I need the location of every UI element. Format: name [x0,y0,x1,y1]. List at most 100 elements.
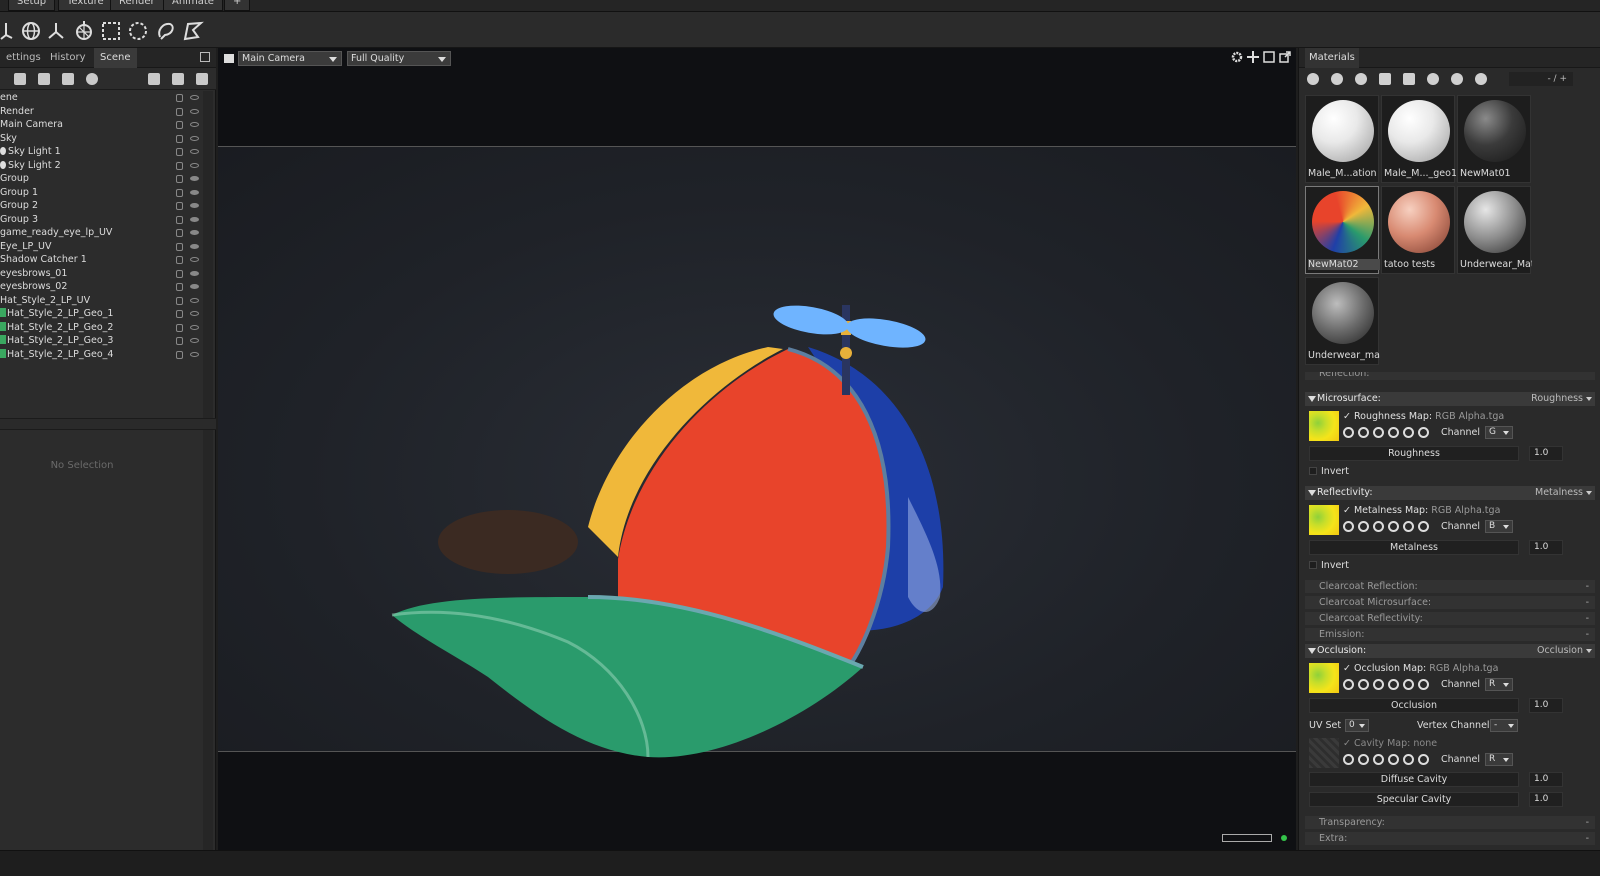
clearcoat-reflectivity-section[interactable]: Clearcoat Reflectivity: - [1305,612,1595,625]
render-area[interactable] [218,146,1296,758]
specular-cavity-slider[interactable]: Specular Cavity [1309,792,1519,807]
reflectivity-section-header[interactable]: Reflectivity: Metalness [1305,486,1595,500]
lock-icon[interactable] [176,283,183,291]
tab-scene[interactable]: Scene [94,48,137,68]
scene-item[interactable]: Shadow Catcher 1 [0,253,203,266]
quality-select[interactable]: Full Quality [347,51,451,66]
lock-icon[interactable] [176,202,183,210]
cavity-map-thumbnail[interactable] [1309,738,1339,768]
scene-item[interactable]: Sky Light 1 [0,145,203,158]
lock-icon[interactable] [176,323,183,332]
roughness-channel-select[interactable]: G [1485,426,1513,439]
lock-icon[interactable] [176,175,183,183]
circle-select-tool-icon[interactable] [127,20,149,42]
clearcoat-reflection-section[interactable]: Clearcoat Reflection: - [1305,580,1595,593]
scene-scrollbar[interactable] [203,91,213,421]
material-thumbnail[interactable]: Male_M..._geo1 [1381,95,1456,183]
lock-icon[interactable] [176,296,183,305]
lasso-tool-icon[interactable] [155,20,177,42]
scene-item[interactable]: ene [0,91,203,104]
material-thumbnail[interactable]: NewMat01 [1457,95,1531,183]
polygon-select-tool-icon[interactable] [182,20,204,42]
reflectivity-mode[interactable]: Metalness [1535,486,1583,500]
roughness-map-thumbnail[interactable] [1309,411,1339,441]
globe-tool-icon[interactable] [20,20,42,42]
metalness-channel-select[interactable]: B [1485,520,1513,533]
scene-item[interactable]: Eye_LP_UV [0,240,203,253]
metalness-map-tools[interactable] [1343,521,1433,533]
diffuse-cavity-value[interactable]: 1.0 [1529,772,1563,787]
delete-material-icon[interactable] [1403,73,1415,85]
visibility-eye-icon[interactable] [190,203,199,208]
material-thumbnail[interactable]: NewMat02 [1305,186,1380,274]
lock-icon[interactable] [176,350,183,359]
visibility-eye-icon[interactable] [190,311,199,316]
lock-icon[interactable] [176,337,183,345]
roughness-map-tools[interactable] [1343,427,1433,439]
menu-tab-texture[interactable]: Texture [58,0,113,11]
lock-icon[interactable] [176,94,183,102]
visibility-eye-icon[interactable] [190,243,199,249]
export-material-icon[interactable] [1475,73,1487,85]
panel-splitter[interactable] [0,418,216,430]
lock-icon[interactable] [176,134,183,143]
pick-material-icon[interactable] [1427,73,1439,85]
microsurface-mode[interactable]: Roughness [1531,392,1583,406]
lock-icon[interactable] [176,256,183,264]
popout-icon[interactable] [200,52,210,62]
material-thumbnail[interactable]: Underwear_mat [1305,277,1380,365]
occlusion-slider[interactable]: Occlusion [1309,698,1519,713]
duplicate-icon[interactable] [172,73,184,85]
visibility-eye-icon[interactable] [190,297,199,303]
camera-select[interactable]: Main Camera [238,51,342,66]
visibility-eye-icon[interactable] [190,257,199,262]
visibility-eye-icon[interactable] [190,284,199,289]
occlusion-map-thumbnail[interactable] [1309,663,1339,693]
visibility-eye-icon[interactable] [190,122,199,127]
roughness-slider[interactable]: Roughness [1309,446,1519,461]
transparency-section[interactable]: Transparency: - [1305,816,1595,829]
vertex-channel-select[interactable]: - [1490,719,1518,732]
scene-item[interactable]: eyesbrows_02 [0,280,203,293]
visibility-eye-icon[interactable] [190,135,199,141]
menu-tab-add[interactable]: + [224,0,251,11]
scene-item[interactable]: Group 1 [0,186,203,199]
lock-icon[interactable] [176,121,183,129]
popout-viewport-icon[interactable] [1279,51,1291,63]
visibility-eye-icon[interactable] [190,95,199,100]
visibility-eye-icon[interactable] [190,189,199,195]
visibility-eye-icon[interactable] [190,216,199,222]
cavity-map-tools[interactable] [1343,754,1433,766]
material-thumbnail[interactable]: tatoo tests [1381,186,1455,274]
material-thumbnail[interactable]: Underwear_Mat [1457,186,1532,274]
unassign-material-icon[interactable] [1355,73,1367,85]
diffuse-cavity-slider[interactable]: Diffuse Cavity [1309,772,1519,787]
visibility-eye-icon[interactable] [190,270,199,276]
trash-icon[interactable] [196,73,208,85]
metalness-invert-checkbox[interactable]: Invert [1309,560,1349,571]
occlusion-value[interactable]: 1.0 [1529,698,1563,713]
move-icon[interactable] [1247,51,1259,63]
roughness-invert-checkbox[interactable]: Invert [1309,466,1349,477]
rect-select-tool-icon[interactable] [100,20,122,42]
folder-material-icon[interactable] [1379,73,1391,85]
scene-item[interactable]: Hat_Style_2_LP_Geo_4 [0,348,203,361]
propeller-hat-model[interactable] [388,297,1028,767]
specular-cavity-value[interactable]: 1.0 [1529,792,1563,807]
occlusion-map-tools[interactable] [1343,679,1433,691]
add-object-icon[interactable] [62,73,74,85]
scene-item[interactable]: Main Camera [0,118,203,131]
lock-icon[interactable] [176,215,183,224]
scene-item[interactable]: Render [0,105,203,118]
scene-item[interactable]: Sky Light 2 [0,159,203,172]
maximize-icon[interactable] [1263,51,1275,63]
scene-item[interactable]: eyesbrows_01 [0,267,203,280]
3d-viewport[interactable]: Main Camera Full Quality [218,48,1296,850]
add-camera-icon[interactable] [14,73,26,85]
transform-tool-icon[interactable] [0,20,22,42]
properties-scrollbar[interactable] [203,430,213,850]
scene-item[interactable]: Group 2 [0,199,203,212]
camera-icon[interactable] [224,54,234,63]
menu-tab-render[interactable]: Render [110,0,164,11]
lock-icon[interactable] [176,188,183,197]
